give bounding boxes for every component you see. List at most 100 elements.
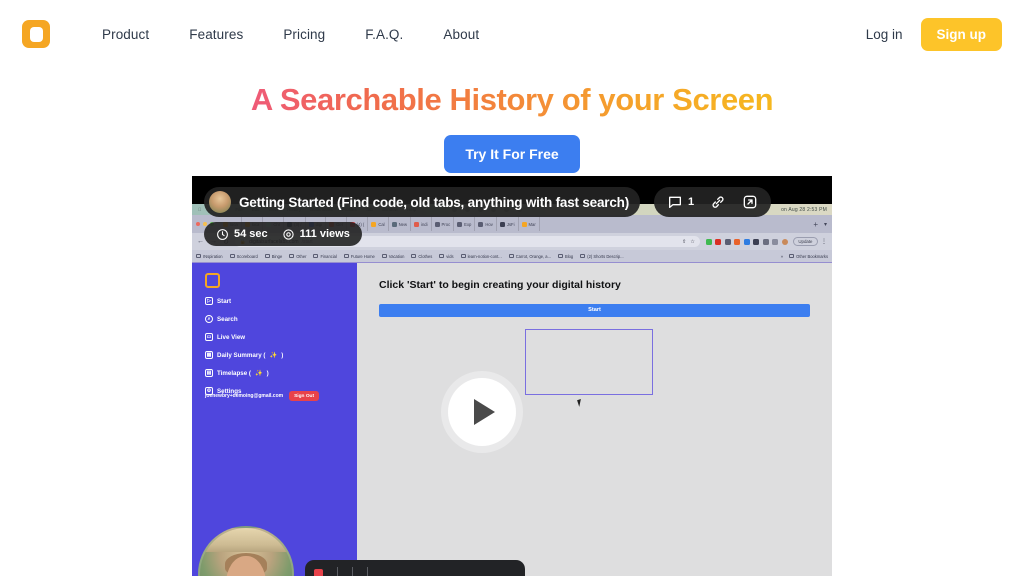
back-arrow-icon[interactable]: ← bbox=[197, 238, 204, 245]
app-sidebar: ▷ Start ⌕ Search ▭ Live View ▦ Daily Summary (✨… bbox=[192, 263, 357, 576]
bookmark-item[interactable]: Financial bbox=[313, 253, 337, 259]
bookmark-item[interactable]: Blog bbox=[558, 254, 573, 259]
nav-links: Product Features Pricing F.A.Q. About bbox=[102, 27, 479, 42]
tab-label: Cal bbox=[378, 221, 385, 227]
extension-icon-7[interactable] bbox=[772, 238, 779, 245]
folder-icon bbox=[439, 254, 445, 258]
search-icon: ⌕ bbox=[205, 315, 213, 323]
video-actions-bar: 1 bbox=[654, 187, 772, 217]
hero-section: A Searchable History of your Screen Try … bbox=[0, 68, 1024, 173]
browser-tab[interactable]: JsFi bbox=[497, 217, 519, 231]
share-icon[interactable]: ⇧ bbox=[682, 239, 686, 245]
comments-button[interactable]: 1 bbox=[667, 194, 694, 210]
control-divider-2 bbox=[352, 567, 353, 576]
browser-tab[interactable]: Proc bbox=[432, 217, 455, 231]
bookmark-label: INspiration bbox=[203, 253, 223, 259]
nav-item-about[interactable]: About bbox=[443, 27, 479, 42]
stop-recording-icon[interactable] bbox=[314, 568, 323, 576]
sidebar-item-start[interactable]: ▷ Start bbox=[205, 297, 357, 305]
bookmark-label: Clothes bbox=[418, 253, 433, 259]
folder-icon bbox=[343, 254, 349, 258]
bookmark-item[interactable]: Carrot, Orange, a... bbox=[508, 254, 551, 259]
start-button[interactable]: Start bbox=[379, 303, 810, 317]
video-title: Getting Started (Find code, old tabs, an… bbox=[239, 194, 629, 210]
bookmark-star-icon[interactable]: ☆ bbox=[690, 239, 694, 245]
login-link[interactable]: Log in bbox=[866, 27, 903, 42]
browser-tab[interactable]: New bbox=[389, 217, 412, 231]
extension-icon-1[interactable] bbox=[705, 238, 712, 245]
recorder-control-bar[interactable] bbox=[305, 560, 525, 576]
extension-icon-3[interactable] bbox=[724, 238, 731, 245]
tab-search-chevron-icon[interactable]: ▾ bbox=[824, 221, 832, 228]
webcam-bubble bbox=[198, 526, 294, 576]
folder-icon bbox=[196, 254, 201, 258]
bookmark-item[interactable]: Binge bbox=[264, 253, 283, 259]
author-avatar bbox=[209, 191, 231, 213]
brand-logo-icon[interactable] bbox=[22, 20, 50, 48]
try-it-for-free-button[interactable]: Try It For Free bbox=[444, 135, 580, 173]
apple-menu-icon:  bbox=[198, 207, 201, 212]
window-close-icon[interactable] bbox=[196, 222, 200, 226]
extension-icon-2[interactable] bbox=[715, 238, 722, 245]
open-external-button[interactable] bbox=[742, 194, 758, 210]
nav-item-pricing[interactable]: Pricing bbox=[283, 27, 325, 42]
extension-icon-6[interactable] bbox=[762, 238, 769, 245]
screen-capture-frame:  Chrome File Edit View History Bookmark… bbox=[192, 204, 832, 576]
tab-favicon-icon bbox=[434, 221, 440, 227]
bookmark-item[interactable]: Scoreboard bbox=[229, 253, 258, 259]
sidebar-item-timelapse[interactable]: ▤ Timelapse (✨) bbox=[205, 369, 357, 377]
sidebar-item-search[interactable]: ⌕ Search bbox=[205, 315, 357, 323]
bookmarks-overflow-icon[interactable]: » bbox=[781, 254, 784, 259]
bookmark-label: Scoreboard bbox=[236, 253, 258, 259]
browser-tab[interactable]: Cal bbox=[368, 217, 389, 231]
copy-link-button[interactable] bbox=[710, 194, 726, 210]
bookmark-item[interactable]: Vacation bbox=[381, 254, 404, 259]
signup-button[interactable]: Sign up bbox=[920, 17, 1002, 51]
folder-icon bbox=[411, 254, 417, 258]
browser-tab[interactable]: Exp bbox=[454, 217, 476, 231]
profile-avatar[interactable] bbox=[781, 238, 788, 245]
bookmark-item[interactable]: (2) Shorts Descrip... bbox=[580, 254, 624, 259]
update-button[interactable]: Update bbox=[793, 237, 818, 246]
control-divider-1 bbox=[337, 567, 338, 576]
bookmark-item[interactable]: learn-notion-cont... bbox=[460, 254, 502, 259]
nav-item-product[interactable]: Product bbox=[102, 27, 149, 42]
folder-icon bbox=[229, 254, 235, 258]
bookmark-item[interactable]: Clothes bbox=[411, 254, 432, 259]
bookmark-label: vids bbox=[446, 253, 454, 259]
tab-label: Hov bbox=[485, 221, 493, 227]
browser-tab[interactable]: Hov bbox=[475, 217, 497, 231]
bookmark-item[interactable]: Other bbox=[289, 254, 306, 259]
tab-favicon-icon bbox=[391, 221, 397, 227]
tab-label: JsFi bbox=[506, 221, 515, 227]
bookmark-item[interactable]: vids bbox=[439, 253, 454, 259]
bookmark-item[interactable]: Future Home bbox=[343, 254, 375, 259]
extension-icon-4[interactable] bbox=[734, 238, 741, 245]
top-navbar: Product Features Pricing F.A.Q. About Lo… bbox=[0, 0, 1024, 68]
browser-tab[interactable]: Mar bbox=[519, 217, 540, 231]
sidebar-item-label: Timelapse ( bbox=[217, 369, 251, 377]
app-logo-icon[interactable] bbox=[205, 273, 220, 288]
sign-out-button[interactable]: Sign Out bbox=[289, 391, 320, 401]
nav-item-faq[interactable]: F.A.Q. bbox=[365, 27, 403, 42]
nav-item-features[interactable]: Features bbox=[189, 27, 243, 42]
sidebar-item-live-view[interactable]: ▭ Live View bbox=[205, 333, 357, 341]
bookmark-label: Binge bbox=[271, 253, 283, 259]
sidebar-item-daily-summary[interactable]: ▦ Daily Summary (✨) bbox=[205, 351, 357, 359]
calendar-icon: ▦ bbox=[205, 351, 213, 359]
video-player[interactable]:  Chrome File Edit View History Bookmark… bbox=[192, 176, 832, 576]
browser-tab[interactable]: indi bbox=[411, 217, 432, 231]
extension-pin-icon[interactable] bbox=[753, 238, 760, 245]
other-bookmarks-label: Other Bookmarks bbox=[796, 253, 828, 259]
video-title-bar: Getting Started (Find code, old tabs, an… bbox=[204, 187, 640, 217]
bookmark-label: Other bbox=[296, 253, 307, 259]
extension-icon-5[interactable] bbox=[743, 238, 750, 245]
tab-label: indi bbox=[421, 221, 428, 227]
other-bookmarks-folder[interactable]: Other Bookmarks bbox=[789, 254, 828, 259]
bookmark-label: Financial bbox=[320, 253, 337, 259]
bookmark-item[interactable]: INspiration bbox=[196, 254, 223, 259]
browser-menu-icon[interactable]: ⋮ bbox=[821, 238, 827, 245]
new-tab-button[interactable]: + bbox=[807, 220, 824, 229]
selection-rectangle bbox=[525, 329, 653, 395]
play-button[interactable] bbox=[448, 378, 516, 446]
